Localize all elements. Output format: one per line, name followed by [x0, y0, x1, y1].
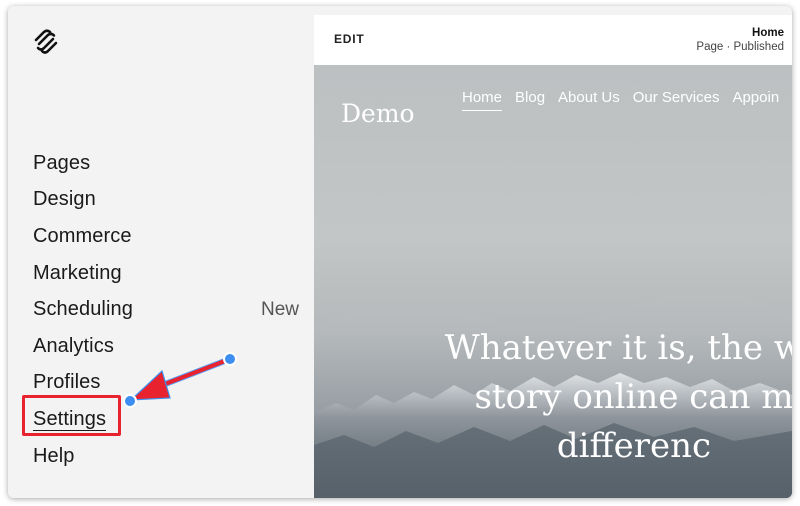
settings-highlight-box: [22, 395, 121, 436]
sidebar-item-label: Help: [33, 444, 75, 467]
site-nav: Home Blog About Us Our Services Appoin: [462, 89, 792, 111]
sidebar-item-label: Commerce: [33, 224, 132, 247]
sidebar-item-label: Profiles: [33, 371, 101, 394]
sidebar-item-commerce[interactable]: Commerce: [33, 218, 293, 255]
sidebar-item-pages[interactable]: Pages: [33, 145, 293, 182]
sidebar: Pages Design Commerce Marketing Scheduli…: [8, 6, 314, 498]
sidebar-item-label: Design: [33, 188, 96, 211]
sidebar-item-scheduling[interactable]: Scheduling New: [33, 291, 299, 328]
sidebar-item-label: Scheduling: [33, 298, 133, 321]
squarespace-logo-icon[interactable]: [32, 28, 60, 56]
nav-link-home[interactable]: Home: [462, 89, 503, 111]
headline-line: Whatever it is, the wa: [444, 328, 792, 368]
page-title: Home: [752, 27, 784, 39]
app-window: Pages Design Commerce Marketing Scheduli…: [8, 6, 792, 498]
preview-toolbar: EDIT Home Page · Published: [314, 15, 792, 65]
headline-line: story online can m: [474, 377, 792, 417]
nav-link-our-services[interactable]: Our Services: [633, 89, 720, 111]
sidebar-item-label: Marketing: [33, 261, 122, 284]
headline-line: differenc: [556, 426, 712, 466]
nav-link-blog[interactable]: Blog: [515, 89, 545, 111]
edit-button[interactable]: EDIT: [334, 32, 365, 46]
sidebar-item-help[interactable]: Help: [33, 438, 293, 475]
sidebar-item-marketing[interactable]: Marketing: [33, 255, 293, 292]
new-badge: New: [260, 298, 299, 320]
sidebar-item-design[interactable]: Design: [33, 182, 293, 219]
hero-headline: Whatever it is, the wa story online can …: [424, 324, 792, 471]
nav-link-appointments[interactable]: Appoin: [732, 89, 779, 111]
sidebar-item-label: Analytics: [33, 334, 114, 357]
site-title[interactable]: Demo: [341, 99, 415, 128]
site-preview: EDIT Home Page · Published Demo Home Blo…: [314, 15, 792, 498]
page-info: Home Page · Published: [696, 26, 784, 54]
sidebar-item-analytics[interactable]: Analytics: [33, 328, 293, 365]
nav-link-about-us[interactable]: About Us: [558, 89, 620, 111]
hero-banner: Demo Home Blog About Us Our Services App…: [314, 65, 792, 498]
sidebar-item-label: Pages: [33, 151, 91, 174]
page-status: Page · Published: [696, 41, 784, 53]
